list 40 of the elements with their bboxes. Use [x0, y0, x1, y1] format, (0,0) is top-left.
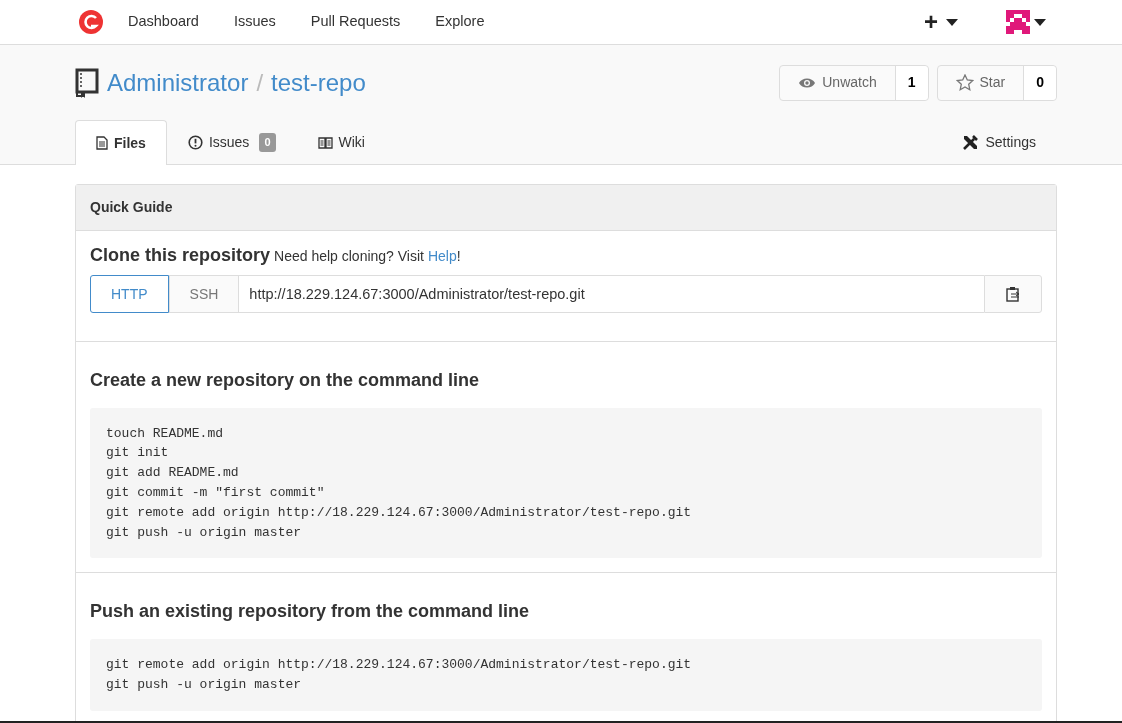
star-button[interactable]: Star [937, 65, 1024, 100]
code-block: touch README.md git init git add README.md git commit -m "first commit" git remote add origin http://18.229.124.67:3000/Administrator/test-repo.git git push -u origin master [90, 407, 1042, 559]
path-separator: / [256, 67, 264, 98]
code-block: git remote add origin http://18.229.124.67:3000/Administrator/test-repo.git git push -u origin master [90, 638, 1042, 711]
protocol-button[interactable]: SSH [168, 275, 240, 313]
repo-tab[interactable]: Issues 0 [166, 120, 297, 164]
watch-button[interactable]: Unwatch [780, 65, 895, 100]
user-menu[interactable] [1006, 10, 1046, 34]
nav-link[interactable]: Dashboard [128, 11, 199, 33]
count-badge: 0 [259, 133, 276, 152]
nav-link[interactable]: Issues [233, 11, 276, 33]
caret-icon [1034, 18, 1046, 26]
section-heading: Create a new repository on the command line [90, 370, 481, 392]
star-icon [955, 74, 974, 91]
section-heading: Clone this repository [90, 245, 271, 267]
help-text: Need help cloning? Visit Help! [274, 247, 461, 266]
nav-link[interactable]: Pull Requests [310, 11, 401, 33]
open-book-icon [317, 136, 333, 149]
logo-icon [78, 9, 104, 35]
section-heading: Push an existing repository from the command line [90, 601, 531, 623]
create-menu[interactable]: + [924, 10, 958, 34]
clone-url-field[interactable]: http://18.229.124.67:3000/Administrator/test-repo.git [239, 275, 984, 313]
help-link[interactable]: Help [427, 248, 457, 264]
copy-button[interactable] [984, 275, 1042, 313]
tools-icon [962, 134, 980, 151]
plus-label: + [924, 10, 938, 34]
book-icon [75, 67, 99, 98]
clipboard-icon [1006, 286, 1020, 302]
panel-header: Quick Guide [76, 185, 1056, 231]
watch-count[interactable]: 1 [894, 65, 928, 100]
caret-icon [946, 18, 958, 26]
settings-tab[interactable]: Settings [941, 120, 1057, 164]
repo-tab[interactable]: Wiki [296, 120, 386, 164]
protocol-button[interactable]: HTTP [90, 275, 169, 313]
nav-link[interactable]: Explore [435, 11, 485, 33]
star-count[interactable]: 0 [1023, 65, 1056, 100]
avatar-icon [1006, 10, 1030, 34]
alert-circle-icon [187, 135, 203, 150]
repo-tab[interactable]: Files [75, 120, 167, 165]
file-icon [96, 136, 108, 150]
